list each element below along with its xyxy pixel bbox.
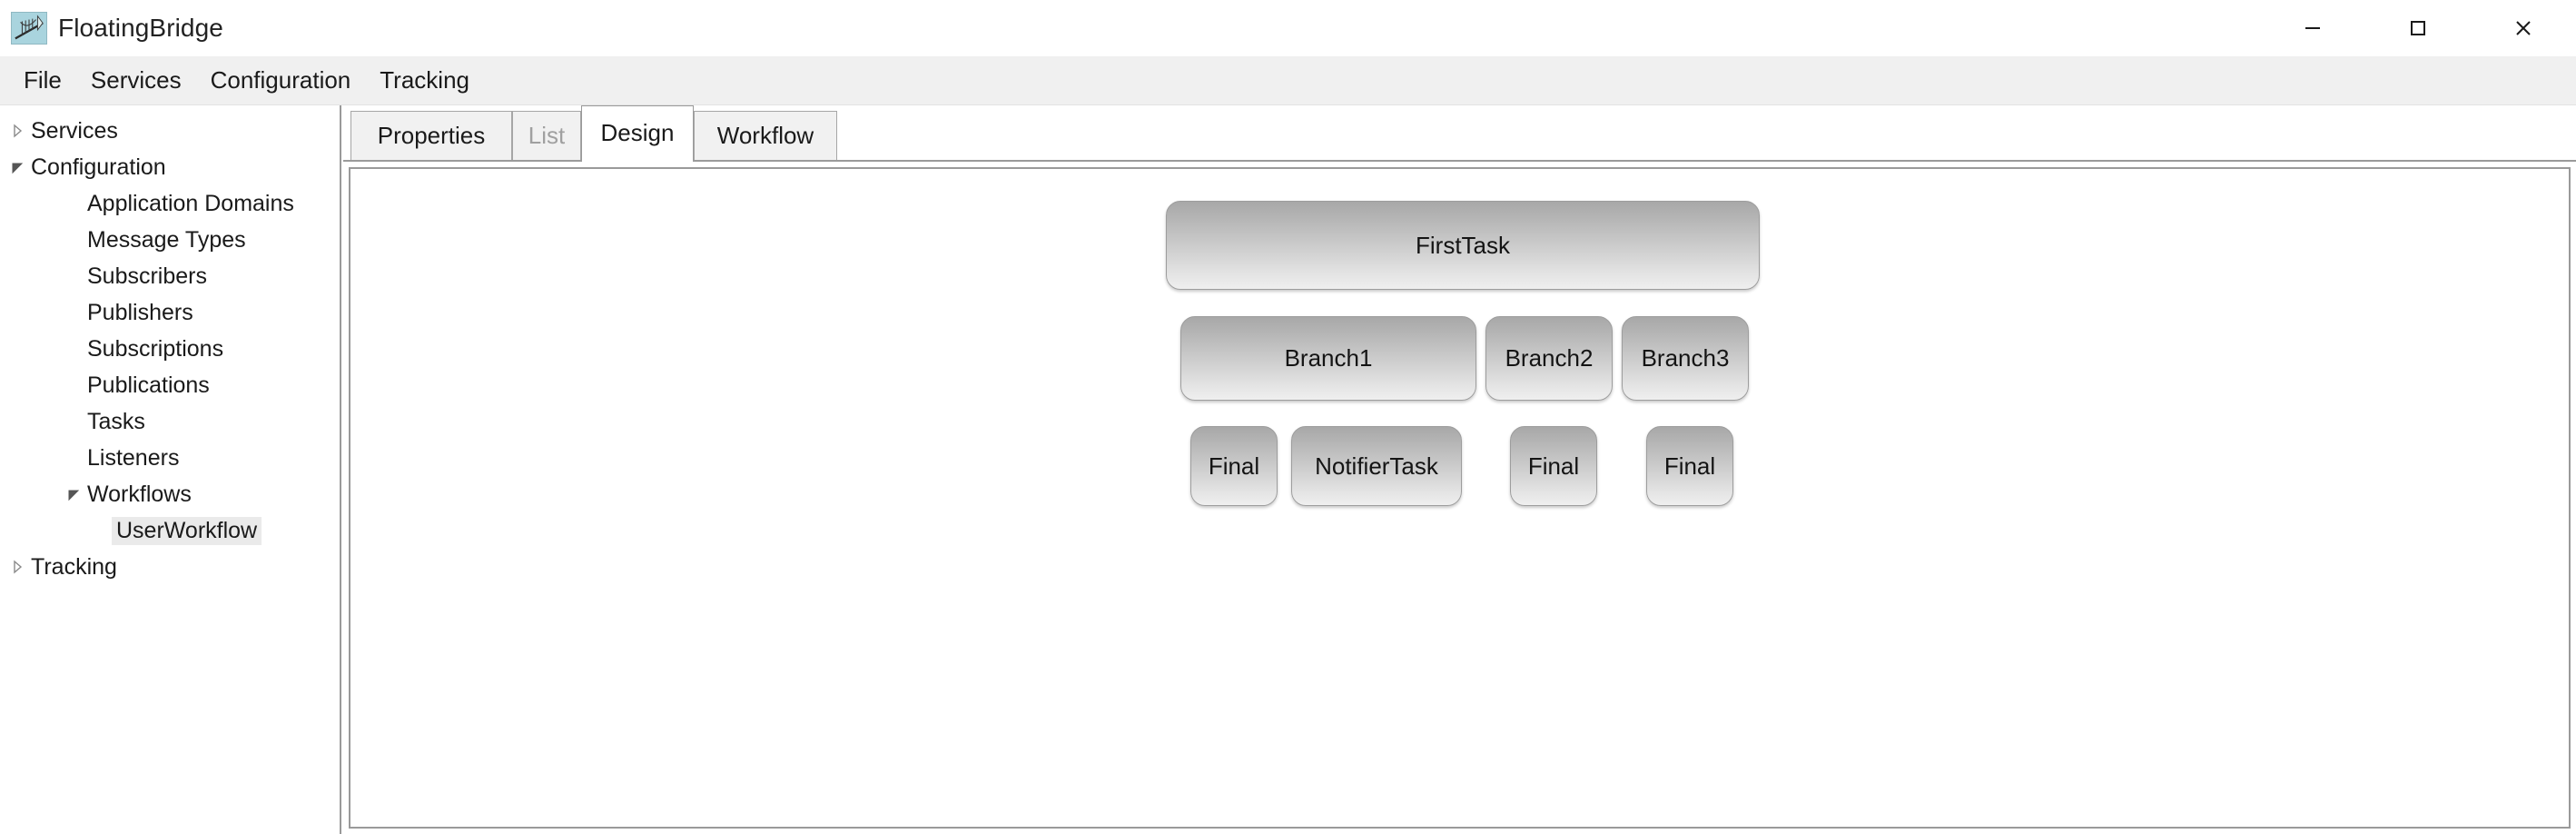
tree-item-listeners[interactable]: Listeners bbox=[0, 440, 340, 476]
chevron-down-icon[interactable] bbox=[4, 159, 31, 175]
app-title: FloatingBridge bbox=[58, 14, 223, 42]
tree-item-label: Subscriptions bbox=[87, 335, 224, 362]
tab-list: List bbox=[512, 111, 581, 160]
workflow-node-final3[interactable]: Final bbox=[1646, 426, 1733, 506]
close-icon[interactable] bbox=[2471, 0, 2576, 56]
workflow-node-final1[interactable]: Final bbox=[1190, 426, 1278, 506]
tree-item-subscribers[interactable]: Subscribers bbox=[0, 258, 340, 294]
tree-item-tasks[interactable]: Tasks bbox=[0, 403, 340, 440]
maximize-icon[interactable] bbox=[2365, 0, 2471, 56]
workflow-node-branch2[interactable]: Branch2 bbox=[1485, 316, 1613, 401]
tab-label: Workflow bbox=[716, 122, 814, 149]
tab-design[interactable]: Design bbox=[581, 105, 694, 162]
chevron-down-icon[interactable] bbox=[60, 486, 87, 502]
tree-item-label: Subscribers bbox=[87, 263, 207, 289]
tab-label: Properties bbox=[377, 122, 486, 149]
menu-item-services[interactable]: Services bbox=[76, 61, 196, 100]
tree-item-subscriptions[interactable]: Subscriptions bbox=[0, 331, 340, 367]
title-bar: FloatingBridge bbox=[0, 0, 2576, 56]
workflow-node-label: Final bbox=[1527, 452, 1580, 480]
tree-item-label: Message Types bbox=[87, 226, 246, 253]
tree-item-message-types[interactable]: Message Types bbox=[0, 222, 340, 258]
workflow-node-label: Final bbox=[1208, 452, 1260, 480]
workflow-node-label: Final bbox=[1663, 452, 1716, 480]
tree-item-label: Application Domains bbox=[87, 190, 294, 216]
minimize-icon[interactable] bbox=[2260, 0, 2365, 56]
sidebar-tree-panel: Services Configuration Application Domains… bbox=[0, 105, 341, 834]
tree-item-label: UserWorkflow bbox=[112, 516, 262, 545]
workflow-node-label: Branch2 bbox=[1505, 344, 1594, 372]
tree-item-services[interactable]: Services bbox=[0, 113, 340, 149]
workflow-node-label: Branch1 bbox=[1284, 344, 1373, 372]
configuration-tree: Services Configuration Application Domains… bbox=[0, 105, 340, 585]
chevron-right-icon[interactable] bbox=[4, 559, 31, 575]
tree-item-publications[interactable]: Publications bbox=[0, 367, 340, 403]
design-canvas[interactable]: FirstTask Branch1 Branch2 Branch3 Final Notif… bbox=[349, 167, 2571, 829]
workflow-node-branch3[interactable]: Branch3 bbox=[1622, 316, 1749, 401]
tree-item-publishers[interactable]: Publishers bbox=[0, 294, 340, 331]
tree-item-label: Tracking bbox=[31, 553, 117, 580]
tree-item-label: Configuration bbox=[31, 154, 166, 180]
tree-item-label: Tasks bbox=[87, 408, 145, 434]
bridge-icon bbox=[11, 12, 47, 45]
menu-item-file[interactable]: File bbox=[9, 61, 76, 100]
tree-item-label: Workflows bbox=[87, 481, 192, 507]
content-pane: Properties List Design Workflow FirstTask Br… bbox=[343, 105, 2576, 834]
workflow-node-firsttask[interactable]: FirstTask bbox=[1166, 201, 1760, 290]
tree-item-application-domains[interactable]: Application Domains bbox=[0, 185, 340, 222]
workflow-node-label: Branch3 bbox=[1641, 344, 1730, 372]
workflow-node-branch1[interactable]: Branch1 bbox=[1180, 316, 1476, 401]
tab-workflow[interactable]: Workflow bbox=[694, 111, 837, 160]
tree-item-label: Publications bbox=[87, 372, 210, 398]
workflow-node-label: FirstTask bbox=[1416, 231, 1510, 259]
chevron-right-icon[interactable] bbox=[4, 123, 31, 139]
tree-item-tracking[interactable]: Tracking bbox=[0, 549, 340, 585]
tree-item-label: Listeners bbox=[87, 444, 180, 471]
workflow-node-label: NotifierTask bbox=[1315, 452, 1438, 480]
tab-properties[interactable]: Properties bbox=[350, 111, 512, 160]
tree-item-label: Services bbox=[31, 117, 118, 144]
workflow-node-final2[interactable]: Final bbox=[1510, 426, 1597, 506]
menu-item-configuration[interactable]: Configuration bbox=[196, 61, 366, 100]
menu-bar: File Services Configuration Tracking bbox=[0, 56, 2576, 105]
tab-label: List bbox=[528, 122, 566, 149]
tree-item-userworkflow[interactable]: UserWorkflow bbox=[0, 512, 340, 549]
workflow-node-notifiertask[interactable]: NotifierTask bbox=[1291, 426, 1462, 506]
tree-item-configuration[interactable]: Configuration bbox=[0, 149, 340, 185]
tab-label: Design bbox=[600, 119, 675, 146]
window-controls bbox=[2260, 0, 2576, 56]
tree-item-label: Publishers bbox=[87, 299, 193, 325]
tree-item-workflows[interactable]: Workflows bbox=[0, 476, 340, 512]
tab-strip: Properties List Design Workflow bbox=[343, 105, 2576, 162]
menu-item-tracking[interactable]: Tracking bbox=[365, 61, 484, 100]
